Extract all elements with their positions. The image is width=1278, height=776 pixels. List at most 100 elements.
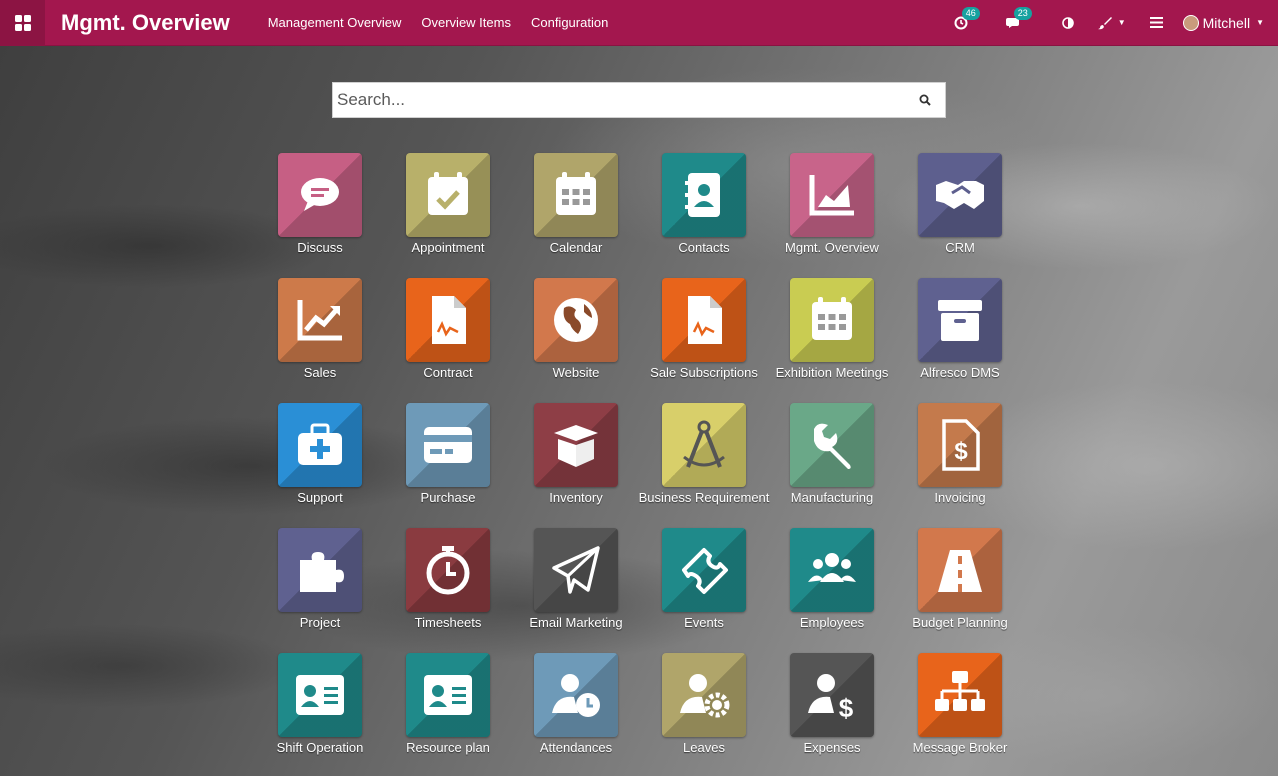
app-tile-attendances[interactable]: Attendances — [512, 653, 640, 776]
contrast-icon — [1061, 16, 1074, 29]
app-tile-exhibition-meetings[interactable]: Exhibition Meetings — [768, 278, 896, 403]
app-label: Business Requirement — [638, 490, 770, 505]
app-label: Attendances — [539, 740, 613, 755]
app-label: Appointment — [411, 240, 485, 255]
app-label: Sale Subscriptions — [650, 365, 758, 380]
app-label: Shift Operation — [276, 740, 364, 755]
search-input[interactable] — [333, 83, 905, 117]
app-tile-inventory[interactable]: Inventory — [512, 403, 640, 528]
apps-grid: Discuss Appointment Calendar Contacts Mgmt. … — [256, 153, 1024, 776]
search-bar — [332, 82, 946, 118]
app-tile-expenses[interactable]: $ Expenses — [768, 653, 896, 776]
app-tile-project[interactable]: Project — [256, 528, 384, 653]
app-tile-website[interactable]: Website — [512, 278, 640, 403]
calendar-icon — [790, 278, 874, 362]
globe-icon — [534, 278, 618, 362]
systray: 46 23 ▼ Mitchell ▼ — [942, 0, 1278, 46]
app-label: Manufacturing — [790, 490, 874, 505]
app-label: Support — [297, 490, 343, 505]
area-chart-icon — [790, 153, 874, 237]
sitemap-icon — [918, 653, 1002, 737]
app-tile-employees[interactable]: Employees — [768, 528, 896, 653]
app-label: Message Broker — [912, 740, 1008, 755]
app-label: Inventory — [549, 490, 603, 505]
id-card-icon — [278, 653, 362, 737]
credit-card-icon — [406, 403, 490, 487]
bars-icon — [1149, 17, 1163, 28]
app-tile-contacts[interactable]: Contacts — [640, 153, 768, 278]
app-tile-manufacturing[interactable]: Manufacturing — [768, 403, 896, 528]
ticket-icon — [662, 528, 746, 612]
app-tile-leaves[interactable]: Leaves — [640, 653, 768, 776]
app-label: Events — [684, 615, 724, 630]
app-tile-invoicing[interactable]: $ Invoicing — [896, 403, 1024, 528]
app-label: Alfresco DMS — [920, 365, 1000, 380]
app-tile-events[interactable]: Events — [640, 528, 768, 653]
top-navbar: Mgmt. Overview Management Overview Overv… — [0, 0, 1278, 46]
file-signature-icon — [406, 278, 490, 362]
app-tile-email-marketing[interactable]: Email Marketing — [512, 528, 640, 653]
customize-button[interactable]: ▼ — [1097, 16, 1126, 30]
archive-icon — [918, 278, 1002, 362]
messages-button[interactable]: 23 — [1005, 6, 1032, 30]
calendar-check-icon — [406, 153, 490, 237]
app-label: Invoicing — [934, 490, 986, 505]
chat-icon — [278, 153, 362, 237]
activities-button[interactable]: 46 — [954, 6, 980, 30]
app-label: Contract — [423, 365, 473, 380]
app-tile-budget-planning[interactable]: Budget Planning — [896, 528, 1024, 653]
road-icon — [918, 528, 1002, 612]
apps-menu-button[interactable] — [0, 0, 45, 46]
app-tile-discuss[interactable]: Discuss — [256, 153, 384, 278]
box-open-icon — [534, 403, 618, 487]
wrench-icon — [790, 403, 874, 487]
app-label: Discuss — [297, 240, 343, 255]
app-label: Calendar — [549, 240, 603, 255]
app-tile-business-requirement[interactable]: Business Requirement — [638, 403, 770, 528]
app-tile-sale-subscriptions[interactable]: Sale Subscriptions — [640, 278, 768, 403]
user-name: Mitchell — [1202, 14, 1251, 31]
paper-plane-icon — [534, 528, 618, 612]
app-tile-purchase[interactable]: Purchase — [384, 403, 512, 528]
app-tile-mgmt-overview[interactable]: Mgmt. Overview — [768, 153, 896, 278]
app-tile-appointment[interactable]: Appointment — [384, 153, 512, 278]
user-menu[interactable]: Mitchell ▼ — [1182, 14, 1264, 31]
activities-count-badge: 46 — [961, 6, 980, 20]
app-label: Resource plan — [406, 740, 490, 755]
app-title[interactable]: Mgmt. Overview — [61, 10, 230, 36]
app-label: CRM — [945, 240, 975, 255]
app-tile-contract[interactable]: Contract — [384, 278, 512, 403]
svg-text:$: $ — [839, 693, 854, 723]
stopwatch-icon — [406, 528, 490, 612]
menu-toggle-button[interactable] — [1149, 17, 1163, 28]
theme-toggle-button[interactable] — [1061, 16, 1074, 29]
medkit-icon — [278, 403, 362, 487]
app-tile-crm[interactable]: CRM — [896, 153, 1024, 278]
users-icon — [790, 528, 874, 612]
calendar-icon — [534, 153, 618, 237]
caret-down-icon: ▼ — [1117, 18, 1126, 27]
app-label: Mgmt. Overview — [785, 240, 879, 255]
app-tile-sales[interactable]: Sales — [256, 278, 384, 403]
app-label: Exhibition Meetings — [775, 365, 889, 380]
caret-down-icon: ▼ — [1256, 18, 1264, 27]
app-label: Employees — [799, 615, 865, 630]
user-gear-icon — [662, 653, 746, 737]
app-label: Expenses — [803, 740, 861, 755]
app-tile-support[interactable]: Support — [256, 403, 384, 528]
app-tile-resource-plan[interactable]: Resource plan — [384, 653, 512, 776]
user-dollar-icon: $ — [790, 653, 874, 737]
app-tile-alfresco-dms[interactable]: Alfresco DMS — [896, 278, 1024, 403]
menu-configuration[interactable]: Configuration — [531, 15, 608, 30]
app-label: Email Marketing — [529, 615, 623, 630]
app-label: Purchase — [420, 490, 476, 505]
menu-management-overview[interactable]: Management Overview — [268, 15, 402, 30]
app-tile-calendar[interactable]: Calendar — [512, 153, 640, 278]
app-tile-shift-operation[interactable]: Shift Operation — [256, 653, 384, 776]
grid-icon — [14, 14, 31, 31]
app-tile-message-broker[interactable]: Message Broker — [896, 653, 1024, 776]
app-label: Timesheets — [414, 615, 482, 630]
app-tile-timesheets[interactable]: Timesheets — [384, 528, 512, 653]
search-icon[interactable] — [905, 94, 945, 106]
menu-overview-items[interactable]: Overview Items — [421, 15, 511, 30]
